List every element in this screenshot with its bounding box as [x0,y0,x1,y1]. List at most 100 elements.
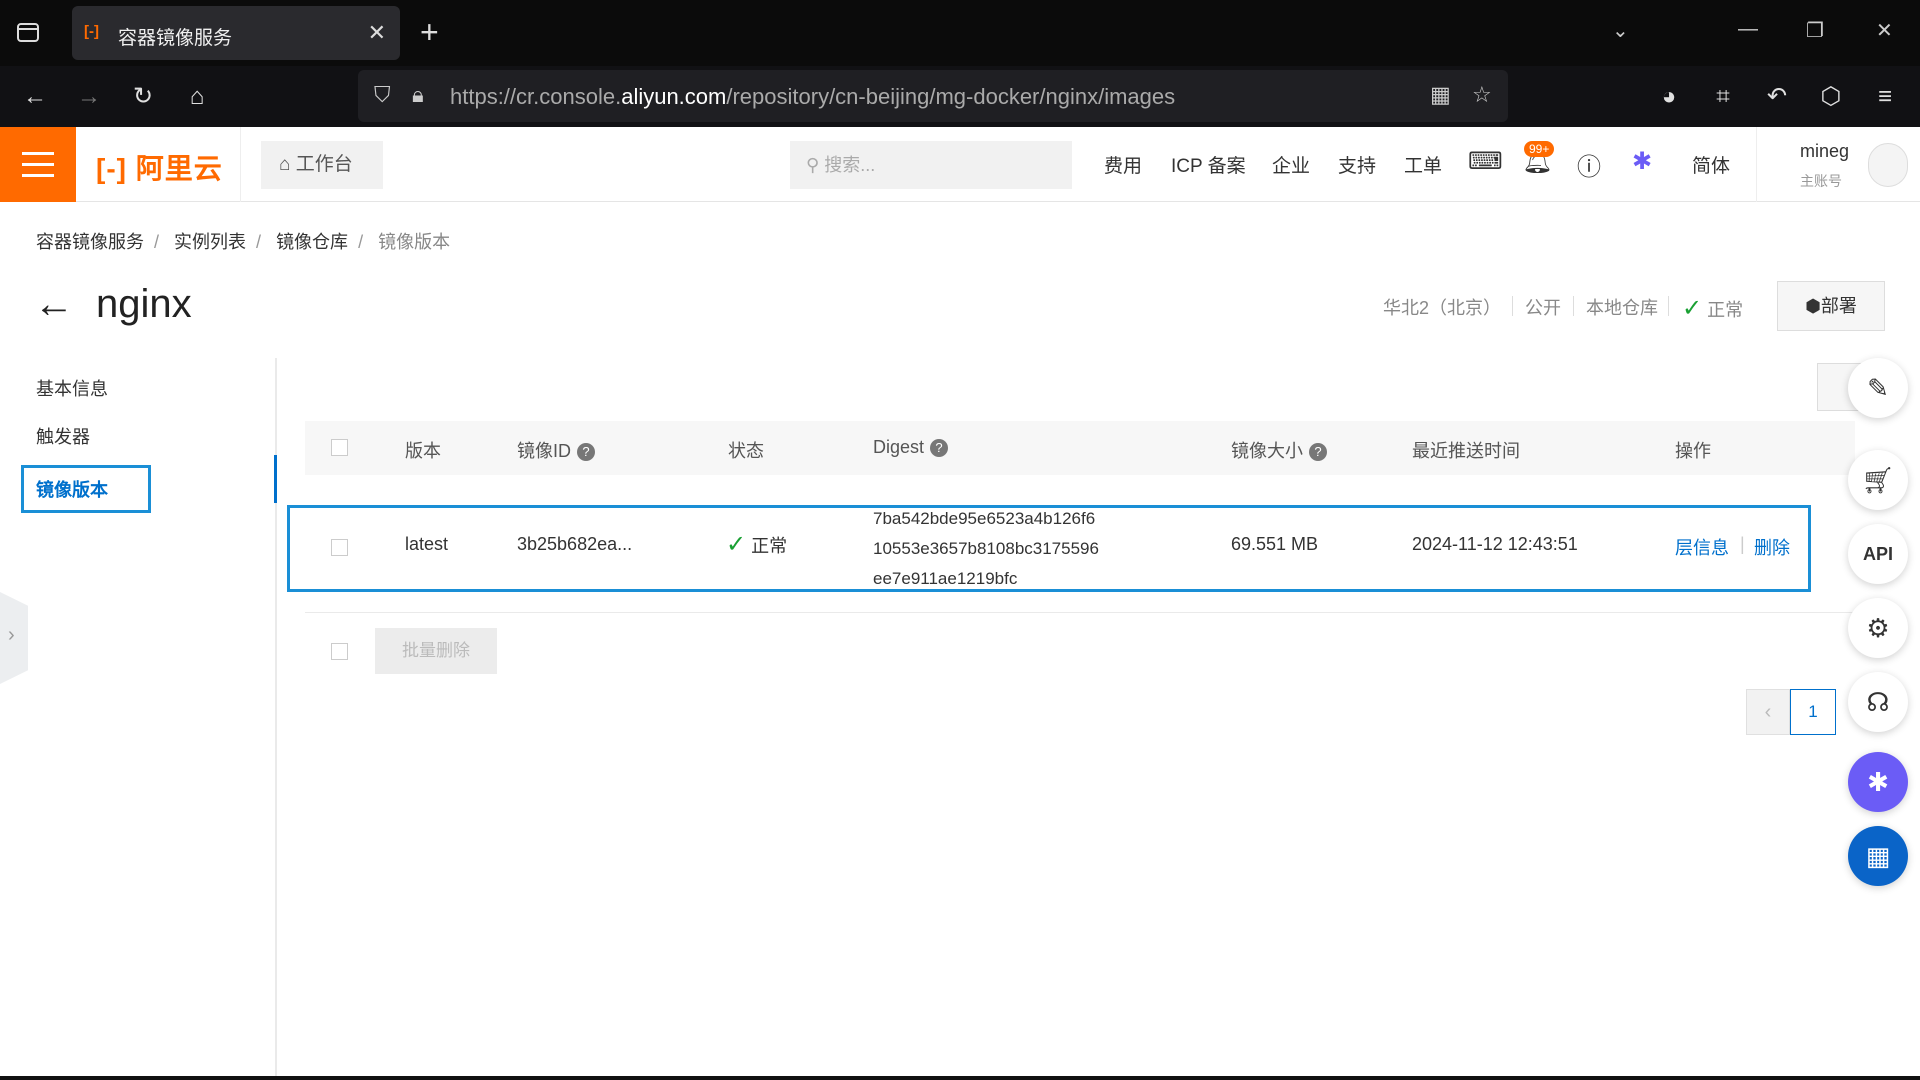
breadcrumb-item[interactable]: 实例列表 [174,232,246,252]
batch-delete-button[interactable]: 批量删除 [375,628,497,674]
workbench-button[interactable]: ⌂ 工作台 [261,141,383,189]
pager-page-1[interactable]: 1 [1790,689,1836,735]
row-digest: 7ba542bde95e6523a4b126f6 10553e3657b8108… [873,509,1099,588]
notification-badge: 99+ [1524,141,1555,157]
extension-avatar-icon[interactable]: ◕ [1652,80,1686,114]
check-icon: ✓ [726,531,747,558]
nav-support[interactable]: 支持 [1338,151,1376,178]
reload-icon[interactable]: ↻ [126,80,160,114]
user-name[interactable]: mineg [1800,141,1849,162]
hamburger-menu-icon[interactable] [0,127,76,202]
new-tab-icon[interactable]: + [420,14,439,51]
sidebar-item-basic-info[interactable]: 基本信息 [36,375,108,401]
col-size: 镜像大小? [1231,437,1327,463]
col-digest: Digest? [873,437,949,458]
help-icon[interactable]: ? [577,443,595,461]
table-header: 版本 镜像ID? 状态 Digest? 镜像大小? 最近推送时间 操作 [305,421,1855,475]
api-icon[interactable]: API [1848,524,1908,584]
qr-code-icon[interactable]: ▦ [1430,82,1451,108]
browser-tab[interactable]: [-] 容器镜像服务 ✕ [72,6,400,60]
lock-icon[interactable]: 🔒︎ [412,82,424,108]
nav-icp[interactable]: ICP 备案 [1171,151,1246,178]
visibility-label: 公开 [1525,298,1561,318]
edit-icon[interactable]: ✎ [1848,358,1908,418]
help-icon[interactable]: ⓘ [1577,147,1601,182]
sidebar-item-image-versions[interactable]: 镜像版本 [21,465,151,513]
browser-tabbar: [-] 容器镜像服务 ✕ + ⌄ — ❐ ✕ [0,0,1920,66]
batch-select-checkbox[interactable] [331,643,348,660]
menu-icon[interactable]: ≡ [1868,80,1902,114]
tab-title: 容器镜像服务 [118,28,233,49]
url-text: https://cr.console.aliyun.com/repository… [450,84,1176,109]
bookmark-star-icon[interactable]: ☆ [1472,82,1492,108]
console-header: [-] 阿里云 ⌂ 工作台 ⚲ 搜索... 费用 ICP 备案 企业 支持 工单… [0,127,1920,202]
nav-fee[interactable]: 费用 [1104,151,1142,178]
aliyun-favicon-icon: [-] [84,23,99,40]
select-all-checkbox[interactable] [331,439,348,456]
repo-type-label: 本地仓库 [1586,298,1658,318]
user-role: 主账号 [1800,173,1842,189]
ai-assistant-icon[interactable]: ✱ [1632,147,1652,176]
page-title: nginx [96,282,192,326]
delete-link[interactable]: 删除 [1754,534,1790,560]
undo-icon[interactable]: ↶ [1760,80,1794,114]
sidebar-item-triggers[interactable]: 触发器 [36,423,90,449]
breadcrumb: 容器镜像服务 / 实例列表 / 镜像仓库 / 镜像版本 [36,232,451,252]
col-pushed: 最近推送时间 [1412,441,1520,461]
ai-assistant-float-icon[interactable]: ✱ [1848,752,1908,812]
col-image-id: 镜像ID? [517,437,595,463]
nav-ticket[interactable]: 工单 [1404,151,1442,178]
url-bar[interactable]: ⛉ 🔒︎ https://cr.console.aliyun.com/repos… [358,70,1508,122]
help-icon[interactable]: ? [930,439,949,457]
row-status: ✓ 正常 [726,531,788,558]
row-image-id: 3b25b682ea... [517,534,633,554]
cart-icon[interactable]: 🛒︎ [1848,450,1908,510]
help-icon[interactable]: ? [1309,443,1327,461]
tab-list-icon[interactable] [14,18,44,48]
avatar[interactable] [1868,143,1908,187]
cube-icon: ⬢ [1805,296,1821,316]
status-label: ✓ 正常 [1682,295,1744,322]
deploy-button[interactable]: ⬢部署 [1777,281,1885,331]
close-tab-icon[interactable]: ✕ [368,20,386,46]
forward-icon[interactable]: → [72,80,106,114]
row-checkbox[interactable] [331,539,348,556]
row-size: 69.551 MB [1231,534,1319,554]
region-label: 华北2（北京） [1383,298,1502,318]
gear-icon[interactable]: ⚙ [1848,598,1908,658]
home-icon[interactable]: ⌂ [180,80,214,114]
sidebar-active-indicator [274,455,277,503]
restore-icon[interactable]: ❐ [1806,18,1824,43]
col-version: 版本 [405,441,441,461]
back-icon[interactable]: ← [18,80,52,114]
home-icon: ⌂ [279,154,291,175]
pager-prev-button[interactable]: ‹ [1746,689,1790,735]
crop-icon[interactable]: ⌗ [1706,80,1740,114]
check-icon: ✓ [1682,295,1703,322]
search-icon: ⚲ [806,155,820,175]
row-version: latest [405,534,449,554]
headset-icon[interactable]: ☊ [1848,672,1908,732]
shield-icon[interactable]: ⛉ [374,82,391,108]
close-window-icon[interactable]: ✕ [1876,18,1893,43]
minimize-icon[interactable]: — [1738,18,1758,41]
back-arrow-icon[interactable]: ← [34,282,74,327]
terminal-icon[interactable]: ⌨ [1468,147,1503,176]
col-status: 状态 [728,441,764,461]
sidebar-expand-toggle[interactable]: › [0,592,28,684]
language-switch[interactable]: 简体 [1692,151,1730,178]
breadcrumb-item[interactable]: 容器镜像服务 [36,232,144,252]
chevron-down-icon[interactable]: ⌄ [1612,18,1629,43]
apps-grid-icon[interactable]: ▦ [1848,826,1908,886]
row-pushed-time: 2024-11-12 12:43:51 [1412,534,1578,554]
col-actions: 操作 [1675,441,1711,461]
breadcrumb-item[interactable]: 镜像仓库 [276,232,348,252]
aliyun-logo[interactable]: [-] 阿里云 [96,147,223,187]
breadcrumb-current: 镜像版本 [378,232,451,252]
extensions-icon[interactable]: ⬡ [1814,80,1848,114]
nav-enterprise[interactable]: 企业 [1272,151,1310,178]
browser-navbar: ← → ↻ ⌂ ⛉ 🔒︎ https://cr.console.aliyun.c… [0,66,1920,127]
search-input[interactable]: ⚲ 搜索... [790,141,1072,189]
chevron-right-icon: › [8,624,15,646]
layer-info-link[interactable]: 层信息 [1675,534,1729,560]
